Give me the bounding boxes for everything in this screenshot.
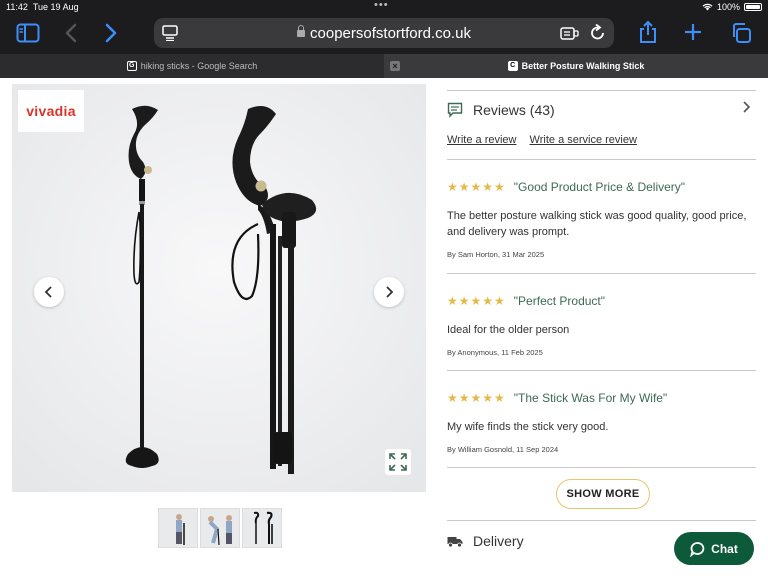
extensions-icon[interactable] bbox=[560, 25, 580, 41]
status-time: 11:42 Tue 19 Aug bbox=[6, 2, 79, 12]
thumbnail-2[interactable] bbox=[200, 508, 240, 548]
chat-button[interactable]: Chat bbox=[674, 532, 754, 565]
tab-title: hiking sticks - Google Search bbox=[140, 61, 258, 71]
url-text[interactable]: coopersofstortford.co.uk bbox=[154, 25, 614, 42]
review-title: "The Stick Was For My Wife" bbox=[513, 391, 668, 405]
divider bbox=[447, 159, 756, 160]
star-rating: ★★★★★ bbox=[447, 294, 506, 308]
back-arrow-icon[interactable] bbox=[64, 23, 78, 43]
review-speech-icon bbox=[447, 102, 463, 118]
review-item: ★★★★★ "Perfect Product" Ideal for the old… bbox=[447, 292, 756, 357]
review-body: My wife finds the stick very good. bbox=[447, 421, 609, 433]
thumbnail-image bbox=[176, 514, 185, 545]
delivery-title: Delivery bbox=[473, 533, 524, 549]
star-rating: ★★★★★ bbox=[447, 180, 506, 194]
review-links: Write a review Write a service review bbox=[447, 134, 647, 146]
delivery-truck-icon bbox=[447, 537, 463, 548]
write-service-review-link[interactable]: Write a service review bbox=[530, 134, 637, 146]
battery-percent: 100% bbox=[716, 2, 740, 12]
coopers-favicon-icon: C bbox=[507, 61, 518, 71]
divider bbox=[447, 467, 756, 468]
star-rating: ★★★★★ bbox=[447, 391, 506, 405]
gallery-next-button[interactable] bbox=[374, 277, 404, 307]
new-tab-plus-icon[interactable] bbox=[684, 23, 702, 41]
tab-bar: G hiking sticks - Google Search C Better… bbox=[0, 54, 768, 78]
status-bar: 11:42 Tue 19 Aug ••• 100% bbox=[0, 0, 768, 14]
review-item: ★★★★★ "Good Product Price & Delivery" The… bbox=[447, 178, 756, 259]
review-title: "Good Product Price & Delivery" bbox=[513, 180, 686, 194]
expand-icon bbox=[389, 453, 407, 471]
review-body: Ideal for the older person bbox=[447, 324, 570, 336]
review-author-date: By Anonymous, 11 Feb 2025 bbox=[447, 348, 543, 357]
product-image-gallery: vivadia bbox=[12, 84, 426, 492]
divider bbox=[447, 370, 756, 371]
forward-arrow-icon[interactable] bbox=[104, 23, 118, 43]
battery-icon bbox=[744, 3, 762, 11]
review-item: ★★★★★ "The Stick Was For My Wife" My wife… bbox=[447, 389, 756, 454]
chevron-left-icon bbox=[44, 286, 52, 298]
write-review-link[interactable]: Write a review bbox=[447, 134, 516, 146]
reviews-title: Reviews (43) bbox=[473, 102, 555, 118]
thumbnail-strip bbox=[158, 508, 282, 548]
review-author-date: By William Gosnold, 11 Sep 2024 bbox=[447, 445, 559, 454]
google-favicon-icon: G bbox=[126, 61, 137, 71]
divider bbox=[447, 520, 756, 521]
tab-overview-icon[interactable] bbox=[730, 22, 752, 44]
review-body: The better posture walking stick was goo… bbox=[447, 210, 747, 238]
lock-icon bbox=[297, 25, 306, 37]
share-icon[interactable] bbox=[638, 20, 658, 44]
chat-label: Chat bbox=[711, 541, 738, 556]
tab-title: Better Posture Walking Stick bbox=[521, 61, 645, 71]
fullscreen-expand-button[interactable] bbox=[385, 449, 411, 475]
chevron-right-icon bbox=[743, 101, 751, 113]
address-bar[interactable]: coopersofstortford.co.uk bbox=[154, 18, 614, 48]
thumbnail-3[interactable] bbox=[242, 508, 282, 548]
wifi-icon bbox=[702, 3, 713, 11]
divider bbox=[447, 273, 756, 274]
divider bbox=[447, 90, 756, 91]
reload-icon[interactable] bbox=[590, 24, 606, 42]
thumbnail-image bbox=[208, 515, 232, 546]
thumbnail-image bbox=[253, 511, 273, 544]
tab-walking-stick[interactable]: C Better Posture Walking Stick bbox=[384, 54, 768, 78]
thumbnail-1[interactable] bbox=[158, 508, 198, 548]
review-title: "Perfect Product" bbox=[513, 294, 606, 308]
page-content: vivadia Reviews (43) Write a review Writ… bbox=[0, 78, 768, 576]
tab-google-search[interactable]: G hiking sticks - Google Search bbox=[0, 54, 384, 78]
multitasking-dots-icon[interactable]: ••• bbox=[374, 0, 389, 11]
show-more-button[interactable]: SHOW MORE bbox=[556, 479, 650, 509]
reviews-header[interactable]: Reviews (43) bbox=[447, 101, 756, 118]
vivadia-brand-logo: vivadia bbox=[18, 90, 84, 132]
gallery-previous-button[interactable] bbox=[34, 277, 64, 307]
browser-toolbar: coopersofstortford.co.uk bbox=[0, 14, 768, 54]
chevron-right-icon bbox=[386, 286, 394, 298]
chat-bubble-icon bbox=[690, 541, 705, 557]
review-author-date: By Sam Horton, 31 Mar 2025 bbox=[447, 250, 545, 259]
status-right: 100% bbox=[702, 2, 762, 12]
walking-stick-product-image bbox=[12, 84, 426, 492]
close-tab-icon[interactable]: × bbox=[390, 61, 400, 71]
sidebar-toggle-icon[interactable] bbox=[16, 23, 40, 43]
